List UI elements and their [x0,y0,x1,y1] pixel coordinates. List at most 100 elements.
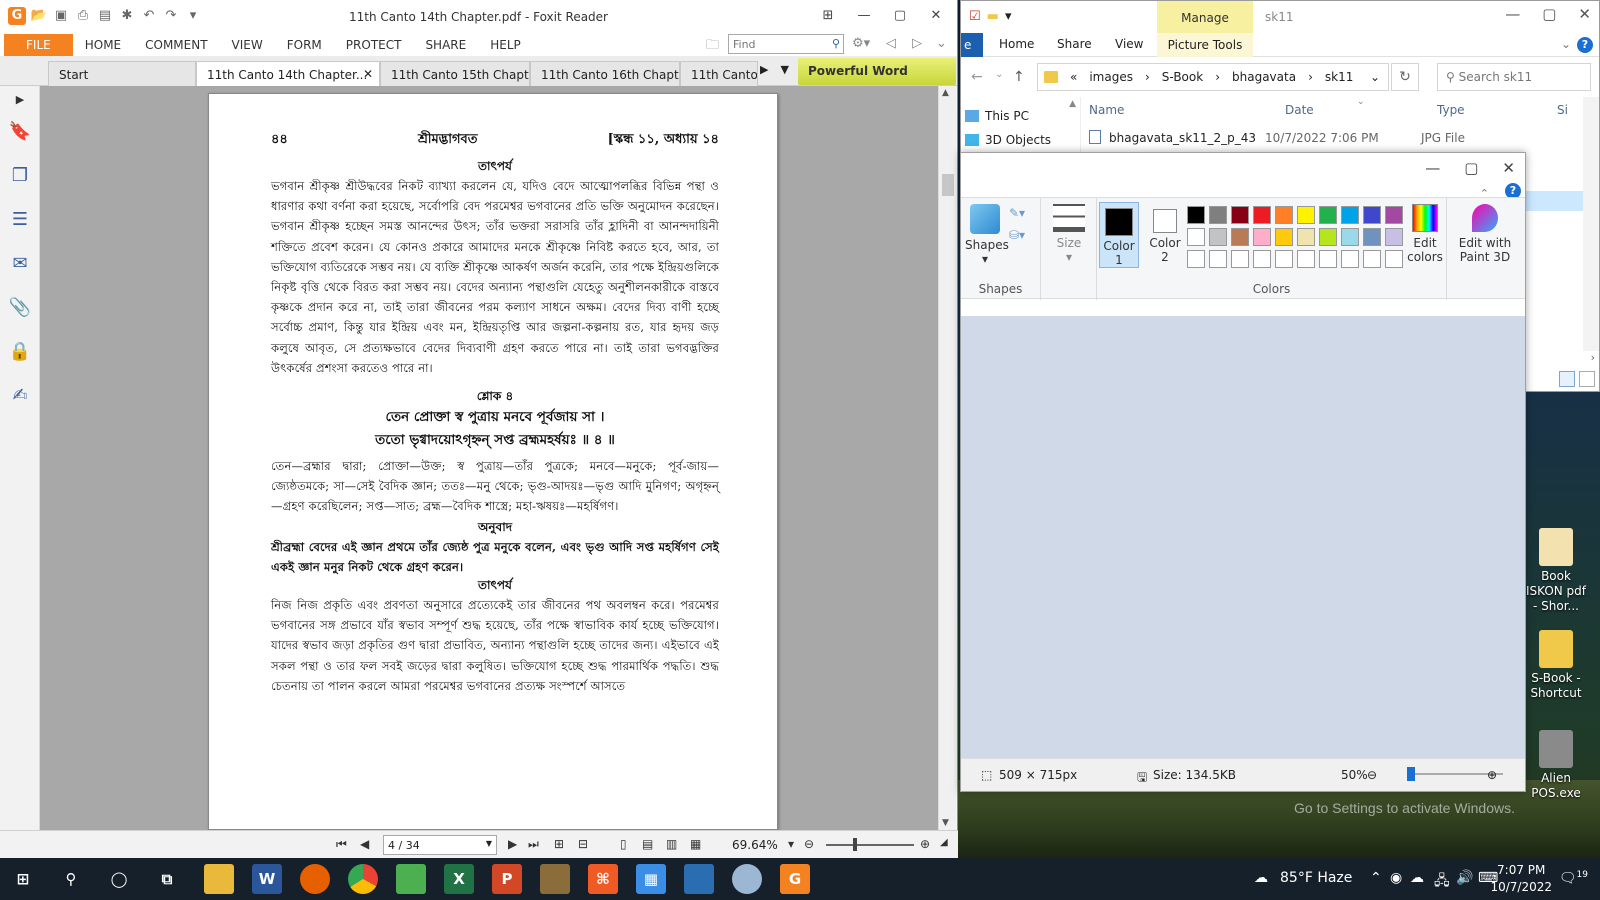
fill-icon[interactable]: ⛁▾ [1009,228,1025,242]
details-view-icon[interactable] [1559,371,1575,387]
signature-icon[interactable]: ✍ [8,384,32,408]
column-date[interactable]: Date [1285,103,1314,117]
search-icon[interactable]: ⚲ [56,864,86,894]
excel-icon[interactable]: X [444,864,474,894]
sheet-app-icon[interactable] [396,864,426,894]
palette-swatch[interactable] [1209,228,1227,246]
palette-swatch[interactable] [1341,206,1359,224]
layers-icon[interactable]: ☰ [8,208,32,232]
document-view[interactable]: ৪৪ শ্রীমদ্ভাগবত [স্কন্ধ ১১, অধ্যায় ১৪ ত… [40,86,940,830]
powerpoint-icon[interactable]: P [492,864,522,894]
task-view-icon[interactable]: ⧉ [152,864,182,894]
meet-now-icon[interactable]: ◉ [1390,870,1402,886]
breadcrumb-images[interactable]: images [1089,70,1133,84]
palette-swatch[interactable] [1231,206,1249,224]
palette-swatch[interactable] [1275,228,1293,246]
maximize-button[interactable]: ▢ [889,6,911,26]
size-button[interactable]: Size ▾ [1047,204,1091,264]
fit-page-icon[interactable]: ⊞ [554,837,564,851]
expand-panel-icon[interactable]: ▶ [8,88,32,112]
zoom-out-icon[interactable]: ⊖ [1367,768,1377,782]
nav-this-pc[interactable]: This PC [965,109,1029,123]
file-row[interactable]: bhagavata_sk11_2_p_43 10/7/2022 7:06 PM … [1089,127,1599,149]
breadcrumb-bhagavata[interactable]: bhagavata [1232,70,1296,84]
volume-icon[interactable]: 🔊 [1456,870,1473,886]
tab-scroll-right-icon[interactable]: ▶ [760,63,768,76]
ribbon-collapse-icon[interactable]: ⌄ [936,36,947,51]
tab-home[interactable]: Home [999,37,1034,51]
palette-swatch[interactable] [1275,250,1293,268]
first-page-icon[interactable]: ⏮ [336,837,347,852]
page-number-input[interactable]: 4 / 34 ▼ [383,835,497,855]
file-tab[interactable]: e [961,33,983,57]
refresh-button[interactable]: ↻ [1391,63,1419,91]
minimize-button[interactable]: — [1425,159,1440,177]
zoom-level[interactable]: 69.64% [732,838,778,852]
maximize-button[interactable]: ▢ [1464,159,1478,177]
resize-grip-icon[interactable]: ◢ [940,837,948,848]
breadcrumb-overflow[interactable]: « [1070,70,1077,84]
maximize-button[interactable]: ▢ [1542,5,1556,23]
palette-swatch[interactable] [1187,250,1205,268]
weather-icon[interactable]: ☁ [1254,870,1268,886]
palette-swatch[interactable] [1275,206,1293,224]
tab-14th-chapter[interactable]: 11th Canto 14th Chapter... ✕ [196,61,380,86]
attachment-icon[interactable]: 📎 [8,296,32,320]
edit-colors-button[interactable]: Edit colors [1405,204,1445,264]
palette-swatch[interactable] [1231,228,1249,246]
window-app-icon[interactable] [684,864,714,894]
ribbon-expand-icon[interactable]: ⌄ [1561,37,1571,51]
palette-swatch[interactable] [1319,228,1337,246]
tab-start[interactable]: Start [48,61,196,86]
tab-list-dropdown-icon[interactable]: ▼ [780,63,788,76]
paint-zoom-thumb[interactable] [1407,767,1415,781]
nav-3d-objects[interactable]: 3D Objects [965,133,1051,147]
chrome-icon[interactable] [348,864,378,894]
address-bar[interactable]: « images › S-Book › bhagavata › sk11 ⌄ [1037,63,1389,91]
zoom-slider[interactable] [826,844,914,846]
tab-more-chapter[interactable]: 11th Canto : [680,61,758,86]
column-size[interactable]: Si [1557,103,1568,117]
column-type[interactable]: Type [1437,103,1465,117]
calculator-icon[interactable]: ▦ [636,864,666,894]
palette-swatch[interactable] [1253,250,1271,268]
zoom-out-icon[interactable]: ⊖ [804,837,814,851]
desktop-icon-alien-pos[interactable]: Alien POS.exe [1522,730,1590,801]
recent-dropdown-icon[interactable]: ⌄ [995,69,1003,80]
security-lock-icon[interactable]: 🔒 [8,340,32,364]
back-arrow-icon[interactable]: ← [971,69,983,85]
tab-view[interactable]: View [1115,37,1143,51]
help-icon[interactable]: ? [1577,37,1593,53]
palette-swatch[interactable] [1319,250,1337,268]
palette-swatch[interactable] [1363,228,1381,246]
scroll-thumb[interactable] [942,174,954,196]
firefox-icon[interactable] [300,864,330,894]
palette-swatch[interactable] [1231,250,1249,268]
close-button[interactable]: ✕ [1578,5,1591,23]
tab-16th-chapter[interactable]: 11th Canto 16th Chapt... [530,61,680,86]
next-page-icon[interactable]: ▶ [508,837,517,851]
palette-swatch[interactable] [1297,228,1315,246]
menu-share[interactable]: SHARE [413,34,478,56]
palette-swatch[interactable] [1363,250,1381,268]
up-arrow-icon[interactable]: ↑ [1013,69,1025,85]
qa-dropdown-icon[interactable]: ▾ [1005,9,1012,24]
facing-page-icon[interactable]: ▥ [666,837,677,851]
notification-center-icon[interactable]: 🗨19 [1559,870,1588,887]
find-input[interactable]: Find ⚲ [728,34,844,54]
menu-protect[interactable]: PROTECT [334,34,414,56]
continuous-facing-icon[interactable]: ▦ [690,837,701,851]
tab-share[interactable]: Share [1057,37,1092,51]
shapes-button[interactable]: Shapes ▾ [965,204,1009,266]
search-folder-icon[interactable]: 🗀 [706,36,719,58]
tab-close-icon[interactable]: ✕ [363,67,373,81]
file-explorer-icon[interactable] [204,864,234,894]
clock[interactable]: 7:07 PM 10/7/2022 [1490,862,1552,896]
tab-15th-chapter[interactable]: 11th Canto 15th Chapt... [380,61,530,86]
last-page-icon[interactable]: ⏭ [528,837,539,852]
back-icon[interactable]: ◁ [886,36,896,51]
layout-icon[interactable]: ⊞ [817,6,839,26]
paint-canvas-area[interactable] [961,316,1525,758]
zoom-in-icon[interactable]: ⊕ [920,837,930,851]
close-button[interactable]: ✕ [1502,159,1515,177]
